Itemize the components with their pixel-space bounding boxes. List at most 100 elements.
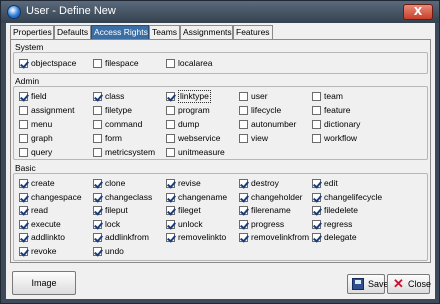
tab-defaults[interactable]: Defaults <box>54 25 91 39</box>
checkbox-label: command <box>105 119 143 129</box>
checkbox-label: fileget <box>178 205 201 215</box>
checkbox-label: dictionary <box>324 119 361 129</box>
checkbox-empty-icon[interactable] <box>312 106 321 115</box>
checkbox-empty-icon[interactable] <box>239 92 248 101</box>
checkbox-label: edit <box>324 178 338 188</box>
checkbox-empty-icon[interactable] <box>312 120 321 129</box>
checkbox-checked-icon[interactable] <box>166 206 175 215</box>
checkbox-checked-icon[interactable] <box>166 192 175 202</box>
checkbox-checked-icon[interactable] <box>312 206 321 215</box>
checkbox-checked-icon[interactable] <box>19 192 28 202</box>
checkbox-empty-icon[interactable] <box>93 148 102 157</box>
close-button-label: Close <box>408 279 432 289</box>
window-close-button[interactable]: X <box>403 4 433 20</box>
access-rights-panel: System objectspace filespace localarea Adm… <box>10 39 431 263</box>
checkbox-empty-icon[interactable] <box>19 148 28 157</box>
checkbox-checked-icon[interactable] <box>166 233 175 242</box>
checkbox-checked-icon[interactable] <box>93 179 102 188</box>
checkbox-empty-icon[interactable] <box>166 59 175 68</box>
checkbox-empty-icon[interactable] <box>239 134 248 143</box>
checkbox-checked-icon[interactable] <box>312 233 321 242</box>
checkbox-empty-icon[interactable] <box>19 134 28 143</box>
checkbox-label: team <box>324 91 343 101</box>
admin-group-title: Admin <box>15 76 40 86</box>
checkbox-label: execute <box>31 218 61 229</box>
checkbox-label: unitmeasure <box>178 147 225 157</box>
checkbox-empty-icon[interactable] <box>93 106 102 115</box>
checkbox-label: changename <box>178 191 228 202</box>
checkbox-empty-icon[interactable] <box>93 59 102 68</box>
checkbox-label: assignment <box>31 105 75 115</box>
checkbox-checked-icon[interactable] <box>93 219 102 229</box>
checkbox-label: filespace <box>105 58 139 68</box>
checkbox-checked-icon[interactable] <box>312 219 321 229</box>
checkbox-label: read <box>31 205 49 215</box>
checkbox-label: revoke <box>31 245 57 256</box>
checkbox-label: class <box>105 91 125 101</box>
checkbox-checked-icon[interactable] <box>239 206 248 215</box>
checkbox-label: field <box>31 91 47 101</box>
tab-properties[interactable]: Properties <box>10 25 54 39</box>
checkbox-checked-icon[interactable] <box>239 233 248 242</box>
checkbox-checked-icon[interactable] <box>93 233 102 242</box>
save-button[interactable]: Save <box>347 274 389 294</box>
checkbox-empty-icon[interactable] <box>312 92 321 101</box>
checkbox-checked-icon[interactable] <box>312 192 321 202</box>
checkbox-checked-icon[interactable] <box>93 206 102 215</box>
checkbox-label: clone <box>105 178 126 188</box>
checkbox-checked-icon[interactable] <box>19 179 28 188</box>
checkbox-empty-icon[interactable] <box>166 148 175 157</box>
checkbox-empty-icon[interactable] <box>239 106 248 115</box>
checkbox-checked-icon[interactable] <box>239 192 248 202</box>
title-bar[interactable]: User - Define New X <box>1 1 439 23</box>
checkbox-empty-icon[interactable] <box>93 120 102 129</box>
checkbox-empty-icon[interactable] <box>19 120 28 129</box>
checkbox-checked-icon[interactable] <box>239 219 248 229</box>
tab-teams[interactable]: Teams <box>149 25 180 39</box>
checkbox-checked-icon[interactable] <box>19 233 28 242</box>
checkbox-empty-icon[interactable] <box>166 120 175 129</box>
checkbox-checked-icon[interactable] <box>312 179 321 188</box>
checkbox-checked-icon[interactable] <box>19 246 28 256</box>
tab-access-rights[interactable]: Access Rights <box>91 25 149 39</box>
checkbox-checked-icon[interactable] <box>93 246 102 256</box>
checkbox-checked-icon[interactable] <box>239 179 248 188</box>
checkbox-checked-icon[interactable] <box>166 92 175 101</box>
checkbox-checked-icon[interactable] <box>19 206 28 215</box>
dialog-window: User - Define New X Properties Defaults … <box>0 0 440 304</box>
system-group: System objectspace filespace localarea <box>13 42 428 74</box>
checkbox-checked-icon[interactable] <box>19 59 28 68</box>
save-disk-icon <box>352 278 364 290</box>
checkbox-checked-icon[interactable] <box>19 92 28 101</box>
checkbox-label: dump <box>178 119 200 129</box>
checkbox-empty-icon[interactable] <box>93 134 102 143</box>
basic-group-title: Basic <box>15 163 36 173</box>
checkbox-empty-icon[interactable] <box>239 120 248 129</box>
checkbox-checked-icon[interactable] <box>166 179 175 188</box>
checkbox-empty-icon[interactable] <box>166 134 175 143</box>
checkbox-checked-icon[interactable] <box>93 92 102 101</box>
checkbox-checked-icon[interactable] <box>166 219 175 229</box>
tab-features[interactable]: Features <box>233 25 273 39</box>
checkbox-label: changeclass <box>105 191 153 202</box>
checkbox-label: addlinkfrom <box>105 232 149 242</box>
checkbox-label: feature <box>324 105 351 115</box>
basic-group-frame <box>13 173 428 261</box>
checkbox-empty-icon[interactable] <box>166 106 175 115</box>
checkbox-label: changelifecycle <box>324 191 383 202</box>
checkbox-label: menu <box>31 119 53 129</box>
checkbox-label: linktype <box>178 90 211 103</box>
tab-assignments[interactable]: Assignments <box>180 25 233 39</box>
image-button[interactable]: Image <box>12 271 76 295</box>
checkbox-label: lock <box>105 218 121 229</box>
checkbox-checked-icon[interactable] <box>93 192 102 202</box>
basic-group: Basic create clone revise destroy edit change… <box>13 163 428 261</box>
checkbox-label: changespace <box>31 191 82 202</box>
checkbox-label: removelinkto <box>178 232 227 242</box>
checkbox-label: unlock <box>178 218 203 229</box>
checkbox-empty-icon[interactable] <box>312 134 321 143</box>
checkbox-checked-icon[interactable] <box>19 219 28 229</box>
checkbox-empty-icon[interactable] <box>19 106 28 115</box>
close-button[interactable]: ✕ Close <box>387 274 432 294</box>
checkbox-label: revise <box>178 178 201 188</box>
